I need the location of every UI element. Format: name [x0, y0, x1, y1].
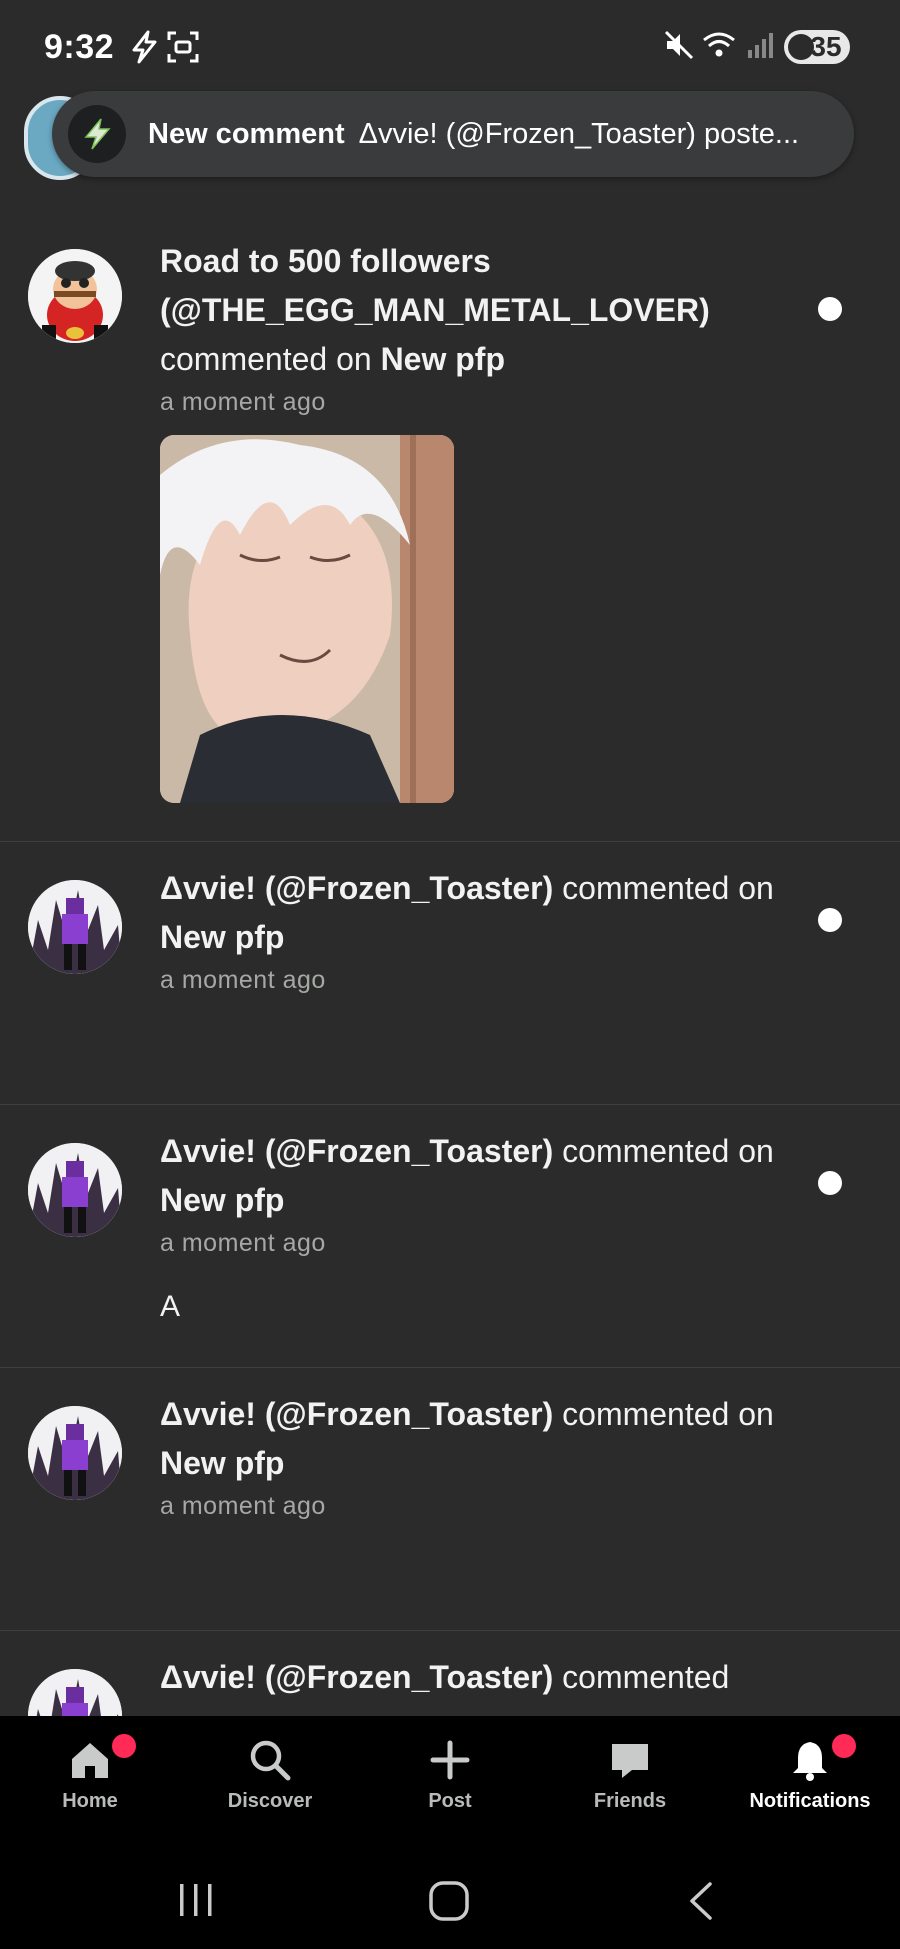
nav-discover-label: Discover: [227, 1790, 313, 1812]
notifications-badge: [832, 1734, 856, 1758]
home-badge: [112, 1734, 136, 1758]
verb: commented on: [160, 341, 372, 377]
verb: commented on: [562, 870, 774, 906]
notification-item[interactable]: Δvvie! (@Frozen_Toaster) commented on Ne…: [0, 842, 900, 1105]
avatar[interactable]: [28, 249, 122, 343]
bolt-icon: [84, 118, 111, 150]
status-bar: 9:32 35: [0, 0, 900, 92]
unread-dot: [818, 908, 842, 932]
actor-name[interactable]: Δvvie! (@Frozen_Toaster): [160, 1659, 553, 1695]
nav-post-label: Post: [428, 1790, 472, 1812]
post-title[interactable]: New pfp: [160, 1445, 284, 1481]
actor-name[interactable]: Δvvie! (@Frozen_Toaster): [160, 1133, 553, 1169]
search-icon: [250, 1740, 291, 1781]
notification-body: Δvvie! (@Frozen_Toaster) commented on Ne…: [160, 864, 800, 995]
nav-discover[interactable]: Discover: [180, 1716, 360, 1840]
notification-text: Δvvie! (@Frozen_Toaster) commented on Ne…: [160, 864, 800, 962]
purple-character-avatar-image: [28, 1406, 122, 1500]
home-button-icon[interactable]: [428, 1880, 470, 1922]
timestamp: a moment ago: [160, 966, 326, 994]
status-time: 9:32: [44, 28, 115, 66]
wifi-icon: [703, 32, 735, 57]
post-title[interactable]: New pfp: [160, 919, 284, 955]
notification-text: Δvvie! (@Frozen_Toaster) commented on Ne…: [160, 1390, 800, 1488]
toast-title: New comment: [148, 117, 345, 150]
purple-character-avatar-image: [28, 1143, 122, 1237]
eggman-avatar-image: [28, 249, 122, 343]
notification-text: Road to 500 followers (@THE_EGG_MAN_META…: [160, 237, 800, 384]
chat-icon: [612, 1744, 648, 1778]
nav-friends[interactable]: Friends: [540, 1716, 720, 1840]
unread-dot: [818, 1171, 842, 1195]
post-title[interactable]: New pfp: [381, 341, 505, 377]
notification-item[interactable]: Δvvie! (@Frozen_Toaster) commented on Ne…: [0, 1105, 900, 1368]
mute-icon: [664, 30, 694, 60]
notifications-feed: Road to 500 followers (@THE_EGG_MAN_META…: [0, 215, 900, 1763]
verb: commented on: [562, 1133, 774, 1169]
nav-notifications-label: Notifications: [749, 1790, 871, 1812]
signal-icon: [748, 33, 773, 58]
toast-text: Δvvie! (@Frozen_Toaster) poste...: [358, 117, 800, 150]
unread-dot: [818, 297, 842, 321]
comment-preview: A: [160, 1290, 181, 1323]
avatar[interactable]: [28, 1406, 122, 1500]
notification-text: Δvvie! (@Frozen_Toaster) commented: [160, 1653, 800, 1702]
nav-home[interactable]: Home: [0, 1716, 180, 1840]
actor-name[interactable]: Δvvie! (@Frozen_Toaster): [160, 1396, 553, 1432]
post-title[interactable]: New pfp: [160, 1182, 284, 1218]
notification-body: Δvvie! (@Frozen_Toaster) commented on Ne…: [160, 1390, 800, 1521]
notification-body: Road to 500 followers (@THE_EGG_MAN_META…: [160, 237, 800, 803]
notification-item[interactable]: Δvvie! (@Frozen_Toaster) commented on Ne…: [0, 1368, 900, 1631]
bolt-status-icon: [132, 30, 157, 64]
nav-post[interactable]: Post: [360, 1716, 540, 1840]
timestamp: a moment ago: [160, 388, 326, 416]
app-icon: [68, 105, 126, 163]
timestamp: a moment ago: [160, 1492, 326, 1520]
system-navigation-bar: [0, 1840, 900, 1949]
nav-friends-label: Friends: [593, 1790, 667, 1812]
anime-character-image: [160, 435, 454, 803]
home-icon: [72, 1743, 108, 1778]
actor-name[interactable]: Road to 500 followers (@THE_EGG_MAN_META…: [160, 243, 710, 328]
plus-icon: [430, 1740, 470, 1780]
notification-body: Δvvie! (@Frozen_Toaster) commented: [160, 1653, 800, 1702]
screenshot-status-icon: [167, 31, 199, 63]
avatar[interactable]: [28, 1143, 122, 1237]
avatar[interactable]: [28, 880, 122, 974]
notification-body: Δvvie! (@Frozen_Toaster) commented on Ne…: [160, 1127, 800, 1324]
bottom-navigation: Home Discover Post Friends Notifications: [0, 1716, 900, 1840]
bell-icon: [793, 1742, 827, 1781]
back-icon[interactable]: [684, 1880, 720, 1922]
actor-name[interactable]: Δvvie! (@Frozen_Toaster): [160, 870, 553, 906]
notification-item[interactable]: Road to 500 followers (@THE_EGG_MAN_META…: [0, 215, 900, 842]
battery-indicator: 35: [784, 30, 850, 64]
power-saving-icon: [788, 34, 814, 60]
verb: commented on: [562, 1396, 774, 1432]
purple-character-avatar-image: [28, 880, 122, 974]
battery-level: 35: [810, 31, 842, 62]
timestamp: a moment ago: [160, 1229, 326, 1257]
notification-text: Δvvie! (@Frozen_Toaster) commented on Ne…: [160, 1127, 800, 1225]
post-thumbnail[interactable]: [160, 435, 454, 803]
notification-toast[interactable]: New comment Δvvie! (@Frozen_Toaster) pos…: [52, 91, 854, 177]
verb: commented: [562, 1659, 730, 1695]
nav-home-label: Home: [62, 1790, 118, 1812]
recent-apps-icon[interactable]: [176, 1880, 216, 1920]
nav-notifications[interactable]: Notifications: [720, 1716, 900, 1840]
